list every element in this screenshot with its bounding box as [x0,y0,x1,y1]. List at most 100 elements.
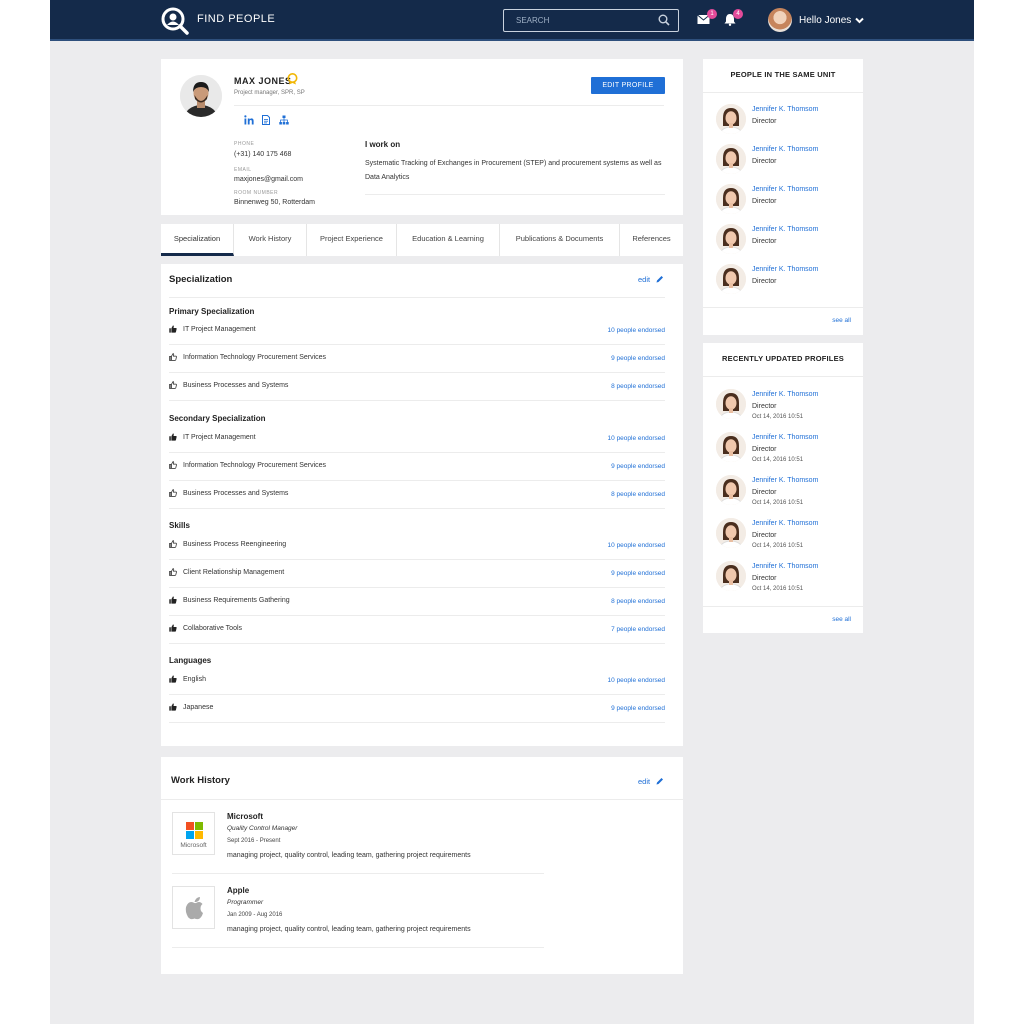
person-avatar[interactable] [716,389,746,419]
work-history-edit-link[interactable]: edit [638,777,650,786]
skill-label: Client Relationship Management [183,569,285,576]
updated-date: Oct 14, 2016 10:51 [752,414,804,420]
person-avatar[interactable] [716,475,746,505]
endorsed-link[interactable]: 9 people endorsed [611,355,665,362]
endorsed-link[interactable]: 9 people endorsed [611,570,665,577]
person-avatar[interactable] [716,264,746,294]
person-name[interactable]: Jennifer K. Thomsom [752,106,818,113]
thumbs-up-filled-icon[interactable] [169,325,177,333]
thumbs-up-filled-icon[interactable] [169,675,177,683]
thumbs-up-filled-icon[interactable] [169,624,177,632]
endorsed-link[interactable]: 10 people endorsed [608,677,665,684]
tab-specialization[interactable]: Specialization [161,224,234,256]
brand-title[interactable]: FIND PEOPLE [197,13,275,25]
endorsed-link[interactable]: 10 people endorsed [608,542,665,549]
specialization-edit-link[interactable]: edit [638,275,650,284]
person-name[interactable]: Jennifer K. Thomsom [752,186,818,193]
endorsed-link[interactable]: 10 people endorsed [608,327,665,334]
person-avatar[interactable] [716,104,746,134]
pencil-icon[interactable] [656,777,664,785]
skill-label: Japanese [183,704,214,711]
person-name[interactable]: Jennifer K. Thomsom [752,146,818,153]
person-name[interactable]: Jennifer K. Thomsom [752,563,818,570]
thumbs-up-outline-icon[interactable] [169,461,177,469]
thumbs-up-filled-icon[interactable] [169,596,177,604]
person-avatar[interactable] [716,518,746,548]
user-avatar[interactable] [768,8,792,32]
job-role: Quality Control Manager [227,825,298,832]
person-avatar[interactable] [716,184,746,214]
room-value: Binnenweg 50, Rotterdam [234,199,315,206]
chevron-down-icon[interactable] [855,17,864,24]
thumbs-up-outline-icon[interactable] [169,540,177,548]
person-item[interactable]: Jennifer K. Thomsom Director Oct 14, 201… [703,389,863,429]
tab-work-history[interactable]: Work History [234,224,307,256]
specialization-row: Japanese 9 people endorsed [169,695,665,723]
endorsed-link[interactable]: 8 people endorsed [611,491,665,498]
search-input[interactable] [504,10,654,31]
see-all-link[interactable]: see all [832,616,851,623]
email-value[interactable]: maxjones@gmail.com [234,176,303,183]
thumbs-up-outline-icon[interactable] [169,381,177,389]
person-name[interactable]: Jennifer K. Thomsom [752,434,818,441]
person-item[interactable]: Jennifer K. Thomsom Director Oct 14, 201… [703,432,863,472]
person-item[interactable]: Jennifer K. Thomsom Director Oct 14, 201… [703,561,863,601]
divider [161,799,683,800]
document-icon[interactable] [261,115,271,125]
person-avatar[interactable] [716,432,746,462]
person-name[interactable]: Jennifer K. Thomsom [752,391,818,398]
search-box[interactable] [503,9,679,32]
tab-publications-documents[interactable]: Publications & Documents [500,224,620,256]
thumbs-up-filled-icon[interactable] [169,433,177,441]
pencil-icon[interactable] [656,275,664,283]
endorsed-link[interactable]: 7 people endorsed [611,626,665,633]
endorsed-link[interactable]: 8 people endorsed [611,598,665,605]
group-heading: Languages [169,656,212,665]
thumbs-up-filled-icon[interactable] [169,703,177,711]
divider [172,947,544,948]
endorsed-link[interactable]: 9 people endorsed [611,705,665,712]
person-name[interactable]: Jennifer K. Thomsom [752,226,818,233]
person-avatar[interactable] [716,561,746,591]
person-item[interactable]: Jennifer K. Thomsom Director [703,144,863,184]
linkedin-icon[interactable] [244,115,254,125]
search-icon[interactable] [658,14,670,26]
person-item[interactable]: Jennifer K. Thomsom Director Oct 14, 201… [703,475,863,515]
person-item[interactable]: Jennifer K. Thomsom Director Oct 14, 201… [703,518,863,558]
person-item[interactable]: Jennifer K. Thomsom Director [703,104,863,144]
page: FIND PEOPLE 1 4 Hello Jones [50,0,974,1024]
mail-count-badge: 1 [707,9,717,19]
endorsed-link[interactable]: 10 people endorsed [608,435,665,442]
specialization-row: IT Project Management 10 people endorsed [169,425,665,453]
thumbs-up-outline-icon[interactable] [169,568,177,576]
person-avatar[interactable] [716,144,746,174]
thumbs-up-outline-icon[interactable] [169,489,177,497]
microsoft-logo-text: Microsoft [180,842,207,849]
person-name[interactable]: Jennifer K. Thomsom [752,477,818,484]
person-name[interactable]: Jennifer K. Thomsom [752,520,818,527]
updated-date: Oct 14, 2016 10:51 [752,543,804,549]
see-all-link[interactable]: see all [832,317,851,324]
person-role: Director [752,489,777,496]
person-avatar[interactable] [716,224,746,254]
person-role: Director [752,198,777,205]
endorsed-link[interactable]: 8 people endorsed [611,383,665,390]
person-item[interactable]: Jennifer K. Thomsom Director [703,224,863,264]
skill-label: Collaborative Tools [183,625,243,632]
person-name[interactable]: Jennifer K. Thomsom [752,266,818,273]
org-chart-icon[interactable] [279,115,289,125]
tab-references[interactable]: References [620,224,683,256]
tab-project-experience[interactable]: Project Experience [307,224,397,256]
thumbs-up-outline-icon[interactable] [169,353,177,361]
group-heading: Secondary Specialization [169,414,266,423]
find-people-logo-icon[interactable] [161,7,189,35]
skill-label: Business Requirements Gathering [183,597,290,604]
person-item[interactable]: Jennifer K. Thomsom Director [703,264,863,304]
edit-profile-button[interactable]: EDIT PROFILE [591,77,665,94]
endorsed-link[interactable]: 9 people endorsed [611,463,665,470]
user-greeting[interactable]: Hello Jones [799,15,851,26]
profile-card: MAX JONES Project manager, SPR, SP EDIT … [161,59,683,215]
person-item[interactable]: Jennifer K. Thomsom Director [703,184,863,224]
tab-education-learning[interactable]: Education & Learning [397,224,500,256]
specialization-row: Information Technology Procurement Servi… [169,345,665,373]
